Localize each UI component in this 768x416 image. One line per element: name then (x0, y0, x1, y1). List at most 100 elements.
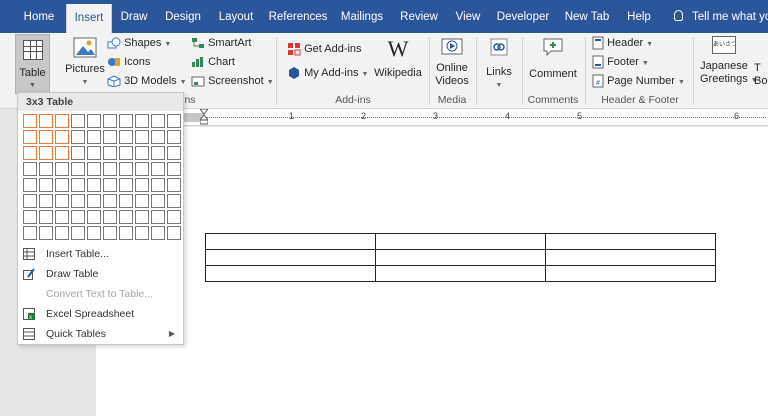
links-button[interactable]: Links ▼ (481, 36, 517, 93)
table-grid-cell[interactable] (135, 162, 149, 176)
table-grid-cell[interactable] (135, 178, 149, 192)
table-grid-cell[interactable] (55, 210, 69, 224)
textbox-button-partial[interactable]: T Bo (754, 62, 768, 92)
table-grid-cell[interactable] (119, 178, 133, 192)
table-grid-cell[interactable] (71, 194, 85, 208)
table-grid-cell[interactable] (71, 178, 85, 192)
smartart-button[interactable]: SmartArt (191, 34, 251, 52)
table-grid-cell[interactable] (55, 194, 69, 208)
document-table[interactable] (205, 233, 716, 282)
screenshot-button[interactable]: Screenshot ▼ (191, 72, 274, 90)
table-grid-cell[interactable] (39, 130, 53, 144)
table-grid-cell[interactable] (151, 146, 165, 160)
table-cell[interactable] (205, 233, 376, 250)
excel-spreadsheet-item[interactable]: x Excel Spreadsheet (18, 304, 183, 324)
table-grid-cell[interactable] (103, 178, 117, 192)
table-grid-cell[interactable] (151, 194, 165, 208)
tab-design[interactable]: Design (160, 0, 206, 33)
table-grid-cell[interactable] (135, 130, 149, 144)
table-grid-cell[interactable] (167, 162, 181, 176)
table-grid-cell[interactable] (55, 146, 69, 160)
table-cell[interactable] (545, 265, 716, 282)
table-grid-cell[interactable] (103, 114, 117, 128)
table-grid-cell[interactable] (103, 226, 117, 240)
table-grid-cell[interactable] (71, 146, 85, 160)
table-grid-cell[interactable] (167, 178, 181, 192)
table-grid-cell[interactable] (167, 194, 181, 208)
table-grid-cell[interactable] (71, 130, 85, 144)
tab-layout[interactable]: Layout (214, 0, 258, 33)
tell-me-box[interactable]: Tell me what you (674, 0, 768, 33)
tab-help[interactable]: Help (620, 0, 658, 33)
table-grid-cell[interactable] (39, 210, 53, 224)
japanese-greetings-button[interactable]: あいさつ Japanese Greetings ▼ (700, 36, 758, 93)
table-grid-cell[interactable] (135, 194, 149, 208)
table-grid-cell[interactable] (167, 210, 181, 224)
tab-new-tab[interactable]: New Tab (560, 0, 614, 33)
table-grid-cell[interactable] (71, 210, 85, 224)
table-grid-cell[interactable] (87, 226, 101, 240)
tab-home[interactable]: Home (14, 0, 64, 33)
indent-marker-icon[interactable] (198, 108, 210, 125)
table-grid-cell[interactable] (39, 178, 53, 192)
table-grid-cell[interactable] (39, 194, 53, 208)
table-grid-cell[interactable] (151, 162, 165, 176)
shapes-button[interactable]: Shapes ▼ (107, 34, 171, 52)
table-grid-cell[interactable] (55, 130, 69, 144)
tab-mailings[interactable]: Mailings (336, 0, 388, 33)
tab-view[interactable]: View (450, 0, 486, 33)
table-grid-cell[interactable] (87, 194, 101, 208)
page-number-button[interactable]: # Page Number ▼ (592, 72, 685, 90)
tab-review[interactable]: Review (396, 0, 442, 33)
table-grid-cell[interactable] (39, 146, 53, 160)
table-grid-cell[interactable] (71, 162, 85, 176)
table-cell[interactable] (545, 249, 716, 266)
icons-button[interactable]: Icons (107, 53, 150, 71)
my-addins-button[interactable]: My Add-ins ▼ (287, 64, 368, 82)
quick-tables-item[interactable]: Quick Tables ▶ (18, 324, 183, 344)
table-grid-cell[interactable] (135, 226, 149, 240)
tab-insert[interactable]: Insert (66, 4, 112, 33)
table-grid-cell[interactable] (167, 146, 181, 160)
table-grid-cell[interactable] (151, 114, 165, 128)
table-grid-cell[interactable] (119, 194, 133, 208)
table-grid-cell[interactable] (23, 194, 37, 208)
pictures-button[interactable]: Pictures ▼ (64, 35, 106, 93)
table-cell[interactable] (375, 233, 546, 250)
table-grid-cell[interactable] (151, 226, 165, 240)
table-grid-cell[interactable] (23, 210, 37, 224)
table-grid-cell[interactable] (87, 130, 101, 144)
table-grid-cell[interactable] (135, 210, 149, 224)
table-grid-cell[interactable] (23, 130, 37, 144)
draw-table-item[interactable]: Draw Table (18, 264, 183, 284)
table-grid-cell[interactable] (135, 114, 149, 128)
table-grid-cell[interactable] (119, 146, 133, 160)
table-grid-cell[interactable] (55, 226, 69, 240)
tab-developer[interactable]: Developer (494, 0, 552, 33)
table-grid-cell[interactable] (103, 146, 117, 160)
table-grid-cell[interactable] (151, 178, 165, 192)
horizontal-ruler[interactable]: 1 2 3 4 5 6 (96, 108, 768, 126)
table-grid-cell[interactable] (87, 162, 101, 176)
table-cell[interactable] (375, 249, 546, 266)
table-grid-cell[interactable] (39, 226, 53, 240)
table-grid-cell[interactable] (71, 114, 85, 128)
table-grid-cell[interactable] (151, 130, 165, 144)
table-grid-cell[interactable] (55, 178, 69, 192)
table-cell[interactable] (545, 233, 716, 250)
table-cell[interactable] (205, 249, 376, 266)
table-grid-cell[interactable] (103, 162, 117, 176)
table-grid-cell[interactable] (167, 226, 181, 240)
table-grid-cell[interactable] (71, 226, 85, 240)
table-grid-cell[interactable] (119, 130, 133, 144)
table-grid-cell[interactable] (119, 114, 133, 128)
table-grid-cell[interactable] (23, 146, 37, 160)
table-grid-cell[interactable] (23, 178, 37, 192)
table-grid-cell[interactable] (55, 114, 69, 128)
table-grid-cell[interactable] (39, 114, 53, 128)
table-button[interactable]: Table ▼ (15, 34, 50, 94)
table-grid-cell[interactable] (119, 210, 133, 224)
table-grid-cell[interactable] (39, 162, 53, 176)
table-grid-cell[interactable] (135, 146, 149, 160)
comment-button[interactable]: Comment (526, 36, 580, 93)
